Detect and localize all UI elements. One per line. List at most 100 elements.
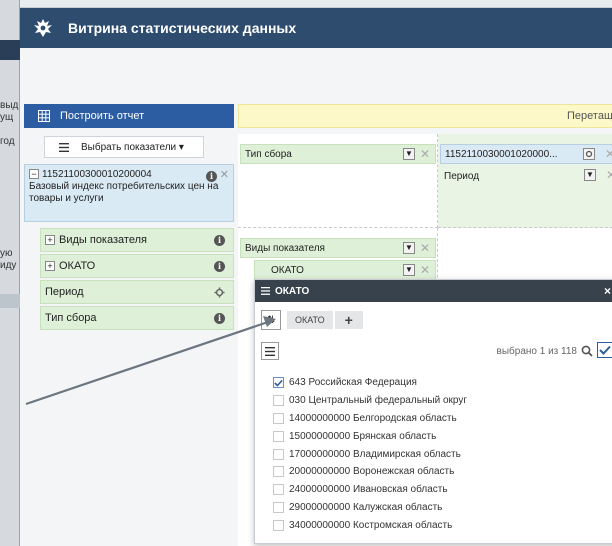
add-level-button[interactable]: + <box>334 311 363 329</box>
popup-title: ОКАТО <box>275 285 310 297</box>
menu-button[interactable] <box>261 342 279 360</box>
remove-icon[interactable]: ✕ <box>606 168 612 182</box>
background-window-text: иду <box>0 260 17 271</box>
okato-list-item[interactable]: 643 Российская Федерация <box>273 374 603 392</box>
chip-label: Виды показателя <box>245 242 325 254</box>
background-window-toolbar <box>0 40 20 60</box>
remove-icon[interactable]: ✕ <box>605 147 612 161</box>
dimension-label: Виды показателя <box>59 234 147 246</box>
build-report-label: Построить отчет <box>60 110 145 122</box>
item-label: 34000000000 Костромская область <box>289 519 453 531</box>
check-icon <box>599 345 611 355</box>
item-checkbox[interactable] <box>273 501 284 513</box>
row-chip-okato[interactable]: ОКАТО ▼ ✕ <box>254 260 436 280</box>
background-window-text: год <box>0 136 15 147</box>
table-icon <box>38 110 50 122</box>
menu-icon <box>59 143 69 152</box>
expand-toggle[interactable]: + <box>45 235 55 245</box>
okato-item-list: 643 Российская Федерация 030 Центральный … <box>273 374 603 534</box>
filter-chip-collection-type[interactable]: Тип сбора ▼ ✕ <box>240 144 436 164</box>
dimension-item-period[interactable]: Период <box>40 280 234 304</box>
item-checkbox[interactable] <box>273 448 284 460</box>
drop-hint-text: Перетащ <box>567 110 612 122</box>
indicator-name: Базовый индекс потребительских цен на то… <box>29 181 219 204</box>
select-all-checkbox[interactable] <box>597 342 612 358</box>
okato-list-item[interactable]: 24000000000 Ивановская область <box>273 481 603 499</box>
background-window-text: выд <box>0 100 19 111</box>
item-label: 20000000000 Воронежская область <box>289 466 455 478</box>
sort-icon[interactable]: ⇅ <box>261 310 281 330</box>
item-checkbox[interactable] <box>273 430 284 442</box>
expand-toggle[interactable]: + <box>45 261 55 271</box>
filter-icon[interactable]: ▼ <box>403 264 415 276</box>
breadcrumb-okato[interactable]: ОКАТО <box>287 311 333 329</box>
item-label: 15000000000 Брянская область <box>289 430 437 442</box>
app-header: Витрина статистических данных <box>20 8 612 48</box>
remove-icon[interactable]: ✕ <box>420 147 430 161</box>
background-window-text: ую <box>0 248 13 259</box>
item-checkbox[interactable] <box>273 519 284 531</box>
list-icon <box>261 287 270 295</box>
item-checkbox[interactable] <box>273 412 284 424</box>
gear-icon[interactable] <box>583 148 595 160</box>
column-zone: 1152110030001020000... ✕ Период ▼ ✕ <box>438 134 612 228</box>
item-checkbox[interactable] <box>273 466 284 478</box>
filter-zone: Тип сбора ▼ ✕ <box>238 134 438 228</box>
build-report-button[interactable]: Построить отчет <box>24 104 234 128</box>
item-label: 643 Российская Федерация <box>289 377 417 389</box>
chip-label: Период <box>444 170 480 182</box>
dimension-item-indicator-types[interactable]: + Виды показателя i <box>40 228 234 252</box>
dimension-label: Период <box>45 286 84 298</box>
gear-icon[interactable] <box>214 287 225 298</box>
row-chip-indicator-types[interactable]: Виды показателя ▼ ✕ <box>240 238 436 258</box>
hierarchy-breadcrumb: ⇅ ОКАТО + <box>261 310 365 330</box>
item-checkbox[interactable] <box>273 377 284 389</box>
remove-icon[interactable]: ✕ <box>420 263 430 277</box>
filter-icon[interactable]: ▼ <box>584 169 596 181</box>
remove-icon[interactable]: ✕ <box>420 241 430 255</box>
popup-header: ОКАТО × <box>255 280 612 302</box>
dimension-label: ОКАТО <box>59 260 96 272</box>
item-label: 030 Центральный федеральный округ <box>289 395 468 407</box>
filter-icon[interactable]: ▼ <box>403 148 415 160</box>
background-window: выд ущ год ую иду <box>0 0 20 546</box>
okato-filter-popup: ОКАТО × ⇅ ОКАТО + выбрано 1 из 118 643 Р… <box>254 279 612 544</box>
background-window-strip <box>20 0 612 8</box>
app-title: Витрина статистических данных <box>68 20 297 36</box>
dimension-item-collection-type[interactable]: Тип сбора i <box>40 306 234 330</box>
okato-list-item[interactable]: 14000000000 Белгородская область <box>273 410 603 428</box>
column-chip-indicator[interactable]: 1152110030001020000... ✕ <box>440 144 612 164</box>
chip-label: ОКАТО <box>271 264 304 276</box>
popup-toolbar: выбрано 1 из 118 <box>261 342 612 362</box>
info-icon[interactable]: i <box>206 171 217 182</box>
chip-label: 1152110030001020000... <box>445 148 558 160</box>
okato-list-item[interactable]: 15000000000 Брянская область <box>273 427 603 445</box>
okato-list-item[interactable]: 34000000000 Костромская область <box>273 516 603 534</box>
item-label: 14000000000 Белгородская область <box>289 412 457 424</box>
close-icon[interactable]: ✕ <box>220 169 229 181</box>
column-chip-period[interactable]: Период ▼ ✕ <box>440 166 612 186</box>
info-icon[interactable]: i <box>214 313 225 324</box>
item-label: 24000000000 Ивановская область <box>289 484 448 496</box>
background-window-divider <box>0 294 20 308</box>
okato-list-item[interactable]: 20000000000 Воронежская область <box>273 463 603 481</box>
okato-list-item[interactable]: 17000000000 Владимирская область <box>273 445 603 463</box>
selected-count: выбрано 1 из 118 <box>496 346 577 357</box>
choose-indicators-button[interactable]: Выбрать показатели ▾ <box>44 136 204 158</box>
background-window-text: ущ <box>0 112 14 123</box>
info-icon[interactable]: i <box>214 261 225 272</box>
okato-list-item[interactable]: 030 Центральный федеральный округ <box>273 392 603 410</box>
emblem-icon <box>34 19 52 37</box>
item-checkbox[interactable] <box>273 484 284 496</box>
menu-icon <box>265 346 275 356</box>
indicator-card[interactable]: −11521100300010200004 Базовый индекс пот… <box>24 164 234 222</box>
info-icon[interactable]: i <box>214 235 225 246</box>
close-icon[interactable]: × <box>604 284 611 298</box>
search-icon[interactable] <box>581 345 593 357</box>
okato-list-item[interactable]: 29000000000 Калужская область <box>273 499 603 517</box>
filter-icon[interactable]: ▼ <box>403 242 415 254</box>
item-checkbox[interactable] <box>273 395 284 407</box>
dimension-item-okato[interactable]: + ОКАТО i <box>40 254 234 278</box>
dimension-list: + Виды показателя i + ОКАТО i Период Тип… <box>40 228 234 332</box>
collapse-toggle[interactable]: − <box>29 169 39 179</box>
